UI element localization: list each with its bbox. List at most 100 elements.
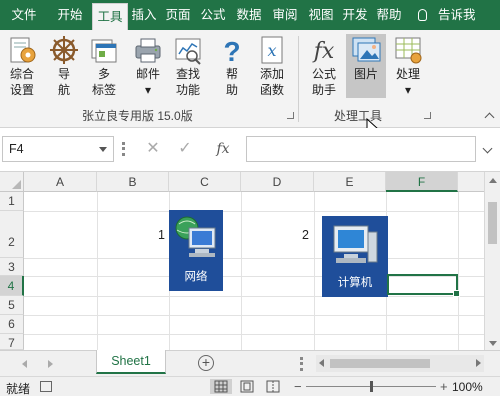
sheet-tab-sheet1[interactable]: Sheet1: [96, 350, 166, 374]
group-launcher-icon[interactable]: [287, 112, 294, 119]
scroll-right-icon[interactable]: [476, 359, 481, 367]
help-button[interactable]: ? 帮 助: [212, 34, 252, 98]
selected-cell-f4[interactable]: [387, 274, 460, 297]
network-caption: 网络: [184, 271, 208, 283]
computer-picture[interactable]: 计算机: [322, 216, 388, 297]
column-header-b[interactable]: B: [97, 172, 169, 192]
process-icon: [395, 37, 422, 64]
page-layout-view-icon[interactable]: [236, 379, 258, 394]
cell-d2[interactable]: 2: [302, 228, 309, 242]
row-header-3[interactable]: 3: [0, 258, 24, 276]
tab-data[interactable]: 数据: [232, 0, 266, 30]
horizontal-scrollbar[interactable]: [316, 355, 484, 372]
multi-tab-label-1: 多: [97, 67, 110, 81]
tab-review[interactable]: 审阅: [268, 0, 302, 30]
tab-page-layout[interactable]: 页面: [163, 0, 193, 30]
formula-helper-button[interactable]: fx 公式 助手: [304, 34, 344, 98]
column-header-e[interactable]: E: [314, 172, 386, 192]
vertical-scrollbar[interactable]: [484, 172, 500, 350]
row-header-4[interactable]: 4: [0, 276, 24, 296]
process-dropdown-caret: ▾: [404, 83, 412, 97]
find-function-button[interactable]: 查找 功能: [168, 34, 208, 98]
cell-b2[interactable]: 1: [158, 228, 165, 242]
zoom-slider-knob[interactable]: [370, 381, 373, 392]
row-header-7[interactable]: 7: [0, 334, 24, 350]
gridline: [24, 296, 484, 297]
next-sheet-icon[interactable]: [48, 360, 53, 368]
normal-view-icon[interactable]: [210, 379, 232, 394]
page-break-view-icon[interactable]: [262, 379, 284, 394]
status-bar: 就绪 − + 100%: [0, 376, 500, 396]
tab-toolbox[interactable]: 工具: [92, 3, 128, 30]
tell-me-search[interactable]: 告诉我: [438, 0, 476, 30]
multi-tab-label-2: 标签: [91, 83, 116, 97]
tab-home[interactable]: 开始: [48, 0, 92, 30]
formula-bar: F4 ✕ ✓ fx: [0, 128, 500, 172]
collapse-ribbon-icon[interactable]: [484, 112, 495, 123]
row-header-6[interactable]: 6: [0, 315, 24, 334]
tab-view[interactable]: 视图: [304, 0, 338, 30]
prev-sheet-icon[interactable]: [22, 360, 27, 368]
gridline: [97, 192, 98, 350]
gridline: [24, 315, 484, 316]
computer-caption: 计算机: [337, 277, 373, 289]
help-icon: ?: [223, 36, 240, 66]
tab-insert[interactable]: 插入: [129, 0, 159, 30]
name-box[interactable]: F4: [2, 136, 114, 162]
picture-icon: [352, 37, 381, 62]
find-label-2: 功能: [175, 83, 200, 97]
splitter-handle[interactable]: [122, 142, 125, 156]
vertical-scroll-thumb[interactable]: [488, 202, 497, 244]
chevron-down-icon[interactable]: [99, 147, 107, 152]
column-header-next[interactable]: [458, 172, 484, 192]
horizontal-scroll-thumb[interactable]: [330, 359, 430, 368]
navigation-button[interactable]: 导 航: [44, 34, 84, 98]
group-launcher-icon[interactable]: [424, 112, 431, 119]
tab-splitter-handle[interactable]: [300, 357, 303, 371]
process-button[interactable]: 处理 ▾: [388, 34, 428, 98]
tab-developer[interactable]: 开发: [340, 0, 370, 30]
gear-doc-icon: [10, 37, 36, 63]
add-function-button[interactable]: x 添加 函数: [252, 34, 292, 98]
zoom-level[interactable]: 100%: [452, 380, 483, 394]
row-header-5[interactable]: 5: [0, 296, 24, 315]
select-all-corner[interactable]: [0, 172, 24, 192]
column-header-a[interactable]: A: [24, 172, 97, 192]
row-header-2[interactable]: 2: [0, 211, 24, 258]
printer-mail-icon: [135, 38, 161, 63]
network-computer-icon: [175, 216, 216, 257]
tab-help[interactable]: 帮助: [372, 0, 406, 30]
column-header-c[interactable]: C: [169, 172, 241, 192]
tab-formulas[interactable]: 公式: [196, 0, 230, 30]
formula-input[interactable]: [246, 136, 476, 162]
row-header-1[interactable]: 1: [0, 192, 24, 211]
multi-tab-button[interactable]: 多 标签: [84, 34, 124, 98]
worksheet-grid[interactable]: A B C D E F 1 2 3 4 5 6 7 1 2 网络 计算机: [0, 172, 484, 350]
macro-record-icon[interactable]: [40, 381, 52, 392]
scroll-left-icon[interactable]: [319, 359, 324, 367]
ribbon-tab-bar: 文件 开始 工具 插入 页面 公式 数据 审阅 视图 开发 帮助 告诉我: [0, 0, 500, 30]
cancel-button[interactable]: ✕: [138, 136, 168, 162]
column-header-d[interactable]: D: [241, 172, 314, 192]
settings-label-1: 综合: [9, 67, 34, 81]
scroll-down-icon[interactable]: [489, 341, 497, 346]
mail-dropdown-caret: ▾: [144, 83, 152, 97]
zoom-out-button[interactable]: −: [294, 379, 302, 394]
ship-wheel-icon: [50, 36, 78, 64]
network-picture[interactable]: 网络: [169, 210, 223, 291]
zoom-slider[interactable]: [306, 381, 436, 392]
name-box-value: F4: [9, 142, 24, 156]
gridline: [24, 334, 484, 335]
settings-button[interactable]: 综合 设置: [2, 34, 42, 98]
zoom-in-button[interactable]: +: [440, 379, 448, 394]
enter-button[interactable]: ✓: [170, 136, 200, 162]
tab-file[interactable]: 文件: [2, 0, 46, 30]
status-ready: 就绪: [6, 382, 31, 396]
column-header-f[interactable]: F: [386, 172, 458, 192]
insert-function-button[interactable]: fx: [208, 136, 238, 162]
expand-formula-icon[interactable]: [482, 143, 493, 154]
scroll-up-icon[interactable]: [489, 178, 497, 183]
add-sheet-button[interactable]: +: [198, 355, 214, 371]
picture-button[interactable]: 图片: [346, 34, 386, 98]
mail-button[interactable]: 邮件 ▾: [128, 34, 168, 98]
